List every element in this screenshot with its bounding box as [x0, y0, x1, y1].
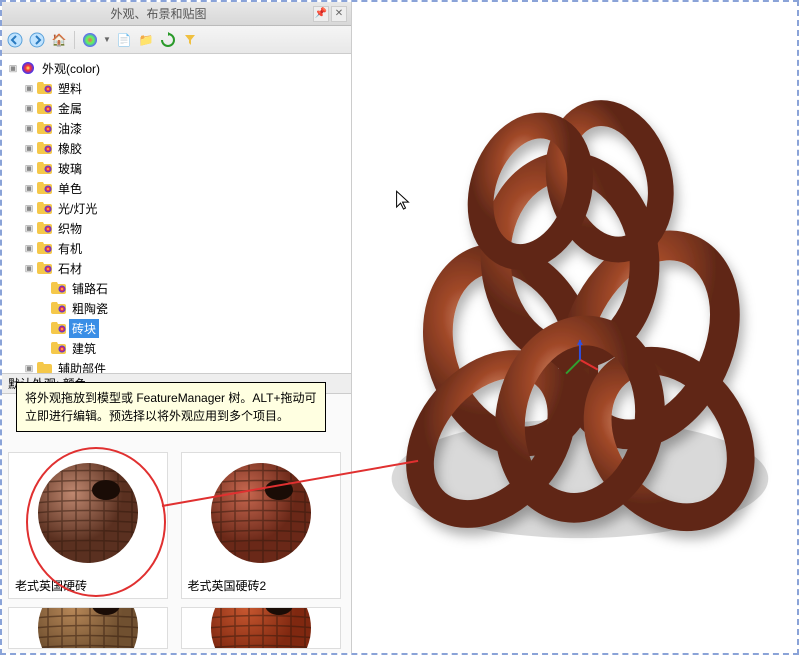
tree-item[interactable]: 砖块 [4, 318, 349, 338]
expander-icon[interactable]: ▣ [22, 241, 36, 255]
tree-item-label: 光/灯光 [55, 199, 100, 218]
tree-root-label: 外观(color) [39, 59, 103, 78]
appearance-swatch[interactable]: 老式英国硬砖 [8, 452, 168, 599]
expander-icon[interactable]: ▣ [22, 161, 36, 175]
tree-item-label: 砖块 [69, 319, 99, 338]
folder-icon [36, 101, 52, 115]
tree-item[interactable]: ▣ 玻璃 [4, 158, 349, 178]
tree-item-label: 辅助部件 [55, 359, 109, 375]
tree-item-label: 铺路石 [69, 279, 111, 298]
tree-item-label: 单色 [55, 179, 85, 198]
expander-icon[interactable]: ▣ [22, 181, 36, 195]
tree-item[interactable]: ▣ 光/灯光 [4, 198, 349, 218]
tree-item[interactable]: ▣ 织物 [4, 218, 349, 238]
tree-item[interactable]: ▣ 单色 [4, 178, 349, 198]
preview-pane: 老式英国硬砖 老式英国硬砖2 [2, 394, 351, 653]
expander-icon[interactable]: ▣ [22, 361, 36, 374]
tree-item[interactable]: 铺路石 [4, 278, 349, 298]
expander-icon[interactable]: ▣ [6, 61, 20, 75]
expander-icon[interactable]: ▣ [22, 221, 36, 235]
appearance-swatch[interactable] [181, 607, 341, 649]
tree-item-label: 建筑 [69, 339, 99, 358]
hint-tooltip: 将外观拖放到模型或 FeatureManager 树。ALT+拖动可立即进行编辑… [16, 382, 326, 432]
close-icon[interactable]: ✕ [331, 6, 347, 22]
folder-icon [36, 141, 52, 155]
folder-icon [36, 181, 52, 195]
home-icon[interactable]: 🏠 [50, 31, 68, 49]
appearance-icon[interactable] [81, 31, 99, 49]
swatch-label: 老式英国硬砖 [9, 573, 167, 598]
separator [74, 31, 75, 49]
back-icon[interactable] [6, 31, 24, 49]
tree-item[interactable]: ▣ 橡胶 [4, 138, 349, 158]
panel-titlebar: 外观、布景和贴图 📌 ✕ [2, 2, 351, 26]
tree-item-label: 有机 [55, 239, 85, 258]
tree-item-label: 塑料 [55, 79, 85, 98]
filter-icon[interactable] [181, 31, 199, 49]
folder-icon[interactable]: 📁 [137, 31, 155, 49]
tree-item-label: 织物 [55, 219, 85, 238]
swatch-label: 老式英国硬砖2 [182, 573, 340, 598]
appearance-swatch[interactable]: 老式英国硬砖2 [181, 452, 341, 599]
tree-item-label: 金属 [55, 99, 85, 118]
pin-icon[interactable]: 📌 [313, 6, 329, 22]
tree-item[interactable]: ▣ 石材 [4, 258, 349, 278]
tree-item[interactable]: ▣ 金属 [4, 98, 349, 118]
folder-icon [50, 341, 66, 355]
folder-icon [50, 301, 66, 315]
folder-icon [36, 81, 52, 95]
tree-item-label: 橡胶 [55, 139, 85, 158]
tree-item-label: 粗陶瓷 [69, 299, 111, 318]
hint-text: 将外观拖放到模型或 FeatureManager 树。ALT+拖动可立即进行编辑… [25, 391, 317, 423]
expander-icon[interactable]: ▣ [22, 201, 36, 215]
tree-item-label: 石材 [55, 259, 85, 278]
tree-item[interactable]: ▣ 有机 [4, 238, 349, 258]
expander-icon[interactable]: ▣ [22, 261, 36, 275]
3d-viewport[interactable] [352, 2, 797, 653]
folder-icon [36, 261, 52, 275]
appearance-swatch[interactable] [8, 607, 168, 649]
tree-item[interactable]: 建筑 [4, 338, 349, 358]
folder-icon [36, 161, 52, 175]
toolbar: 🏠 ▼ 📄 📁 [2, 26, 351, 54]
folder-icon [36, 221, 52, 235]
forward-icon[interactable] [28, 31, 46, 49]
folder-icon [36, 241, 52, 255]
folder-icon [36, 201, 52, 215]
tree-root[interactable]: ▣ 外观(color) [4, 58, 349, 78]
tree-item[interactable]: ▣ 塑料 [4, 78, 349, 98]
folder-icon [50, 281, 66, 295]
tree-item-aux[interactable]: ▣ 辅助部件 [4, 358, 349, 374]
sphere-icon [20, 61, 36, 75]
panel-title: 外观、布景和贴图 [6, 5, 311, 22]
new-icon[interactable]: 📄 [115, 31, 133, 49]
refresh-icon[interactable] [159, 31, 177, 49]
expander-icon[interactable]: ▣ [22, 101, 36, 115]
folder-icon [36, 121, 52, 135]
expander-icon[interactable]: ▣ [22, 121, 36, 135]
appearance-tree[interactable]: ▣ 外观(color) ▣ 塑料 ▣ 金属 ▣ 油漆 ▣ 橡胶 ▣ [2, 54, 351, 374]
folder-icon [50, 321, 66, 335]
tree-item[interactable]: 粗陶瓷 [4, 298, 349, 318]
expander-icon[interactable]: ▣ [22, 81, 36, 95]
expander-icon[interactable]: ▣ [22, 141, 36, 155]
folder-icon [36, 361, 52, 374]
tree-item-label: 油漆 [55, 119, 85, 138]
tree-item[interactable]: ▣ 油漆 [4, 118, 349, 138]
tree-item-label: 玻璃 [55, 159, 85, 178]
